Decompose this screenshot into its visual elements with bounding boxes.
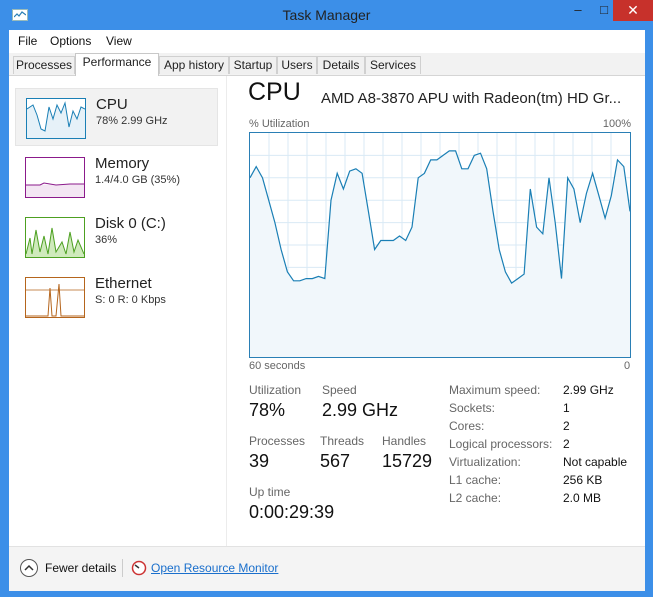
sockets-value: 1 <box>563 401 570 415</box>
virtualization-value: Not capable <box>563 455 628 469</box>
tab-processes[interactable]: Processes <box>13 56 75 74</box>
tab-startup[interactable]: Startup <box>229 56 277 74</box>
resource-monitor-icon[interactable] <box>131 560 147 576</box>
chevron-up-icon[interactable] <box>19 558 39 578</box>
menu-file[interactable]: File <box>18 34 37 48</box>
fewer-details-link[interactable]: Fewer details <box>45 561 116 575</box>
threads-value: 567 <box>320 451 351 471</box>
sidebar-memory-title: Memory <box>95 155 150 172</box>
menu-view[interactable]: View <box>106 34 132 48</box>
sidebar-disk-sub: 36% <box>95 234 118 246</box>
sidebar-ethernet-sub: S: 0 R: 0 Kbps <box>95 294 166 306</box>
page-title: CPU <box>248 78 301 106</box>
processor-name: AMD A8-3870 APU with Radeon(tm) HD Gr... <box>321 90 622 107</box>
sidebar-item-memory[interactable]: Memory 1.4/4.0 GB (35%) <box>15 148 218 206</box>
speed-value: 2.99 GHz <box>322 400 399 420</box>
utilization-max-label: 100% <box>602 118 631 130</box>
sockets-label: Sockets: <box>449 401 496 415</box>
uptime-value: 0:00:29:39 <box>249 502 335 522</box>
processes-value: 39 <box>249 451 270 471</box>
l2-cache-label: L2 cache: <box>449 491 502 505</box>
sidebar-item-cpu[interactable]: CPU 78% 2.99 GHz <box>15 88 218 146</box>
utilization-axis-label: % Utilization <box>249 118 310 130</box>
open-resource-monitor-link[interactable]: Open Resource Monitor <box>151 561 278 575</box>
cores-label: Cores: <box>449 419 485 433</box>
tab-services[interactable]: Services <box>365 56 421 74</box>
l1-cache-value: 256 KB <box>563 473 603 487</box>
l2-cache-value: 2.0 MB <box>563 491 602 505</box>
tab-details[interactable]: Details <box>317 56 365 74</box>
tab-strip: Processes Performance App history Startu… <box>9 53 645 76</box>
performance-pane: CPU 78% 2.99 GHz Memory 1.4/4.0 GB (35%) <box>9 76 645 546</box>
sidebar-cpu-sub: 78% 2.99 GHz <box>96 115 168 127</box>
cpu-utilization-graph <box>249 132 631 358</box>
logical-processors-value: 2 <box>563 437 570 451</box>
ethernet-thumbnail-graph <box>25 277 85 318</box>
footer-bar: Fewer details Open Resource Monitor <box>9 546 645 591</box>
time-axis-label: 60 seconds <box>249 360 306 372</box>
sidebar-cpu-title: CPU <box>96 96 128 113</box>
memory-thumbnail-graph <box>25 157 85 198</box>
utilization-value: 78% <box>249 400 286 420</box>
client-area: File Options View Processes Performance … <box>9 30 645 591</box>
utilization-label: Utilization <box>249 383 302 397</box>
pane-divider <box>226 76 227 546</box>
title-bar[interactable]: Task Manager – □ ✕ <box>0 0 653 30</box>
sidebar-ethernet-title: Ethernet <box>95 275 152 292</box>
close-button[interactable]: ✕ <box>613 0 653 21</box>
task-manager-window: Task Manager – □ ✕ File Options View Pro… <box>0 0 653 597</box>
logical-processors-label: Logical processors: <box>449 437 553 451</box>
tab-performance[interactable]: Performance <box>75 53 159 76</box>
disk-thumbnail-graph <box>25 217 85 258</box>
menu-options[interactable]: Options <box>50 34 91 48</box>
virtualization-label: Virtualization: <box>449 455 521 469</box>
sidebar-item-disk[interactable]: Disk 0 (C:) 36% <box>15 208 218 266</box>
window-title: Task Manager <box>282 7 371 23</box>
minimize-button[interactable]: – <box>565 0 591 21</box>
max-speed-value: 2.99 GHz <box>563 383 614 397</box>
time-axis-zero: 0 <box>624 360 631 372</box>
handles-value: 15729 <box>382 451 433 471</box>
sidebar-item-ethernet[interactable]: Ethernet S: 0 R: 0 Kbps <box>15 268 218 326</box>
tab-app-history[interactable]: App history <box>159 56 229 74</box>
tab-users[interactable]: Users <box>277 56 317 74</box>
l1-cache-label: L1 cache: <box>449 473 502 487</box>
speed-label: Speed <box>322 383 357 397</box>
uptime-label: Up time <box>249 485 291 499</box>
processes-label: Processes <box>249 434 306 448</box>
menu-bar: File Options View <box>9 30 645 52</box>
sidebar-disk-title: Disk 0 (C:) <box>95 215 166 232</box>
cpu-graph-svg <box>249 133 631 357</box>
footer-separator <box>122 559 123 577</box>
cores-value: 2 <box>563 419 570 433</box>
max-speed-label: Maximum speed: <box>449 383 541 397</box>
threads-label: Threads <box>320 434 365 448</box>
sidebar-memory-sub: 1.4/4.0 GB (35%) <box>95 174 180 186</box>
handles-label: Handles <box>382 434 427 448</box>
cpu-thumbnail-graph <box>26 98 86 139</box>
